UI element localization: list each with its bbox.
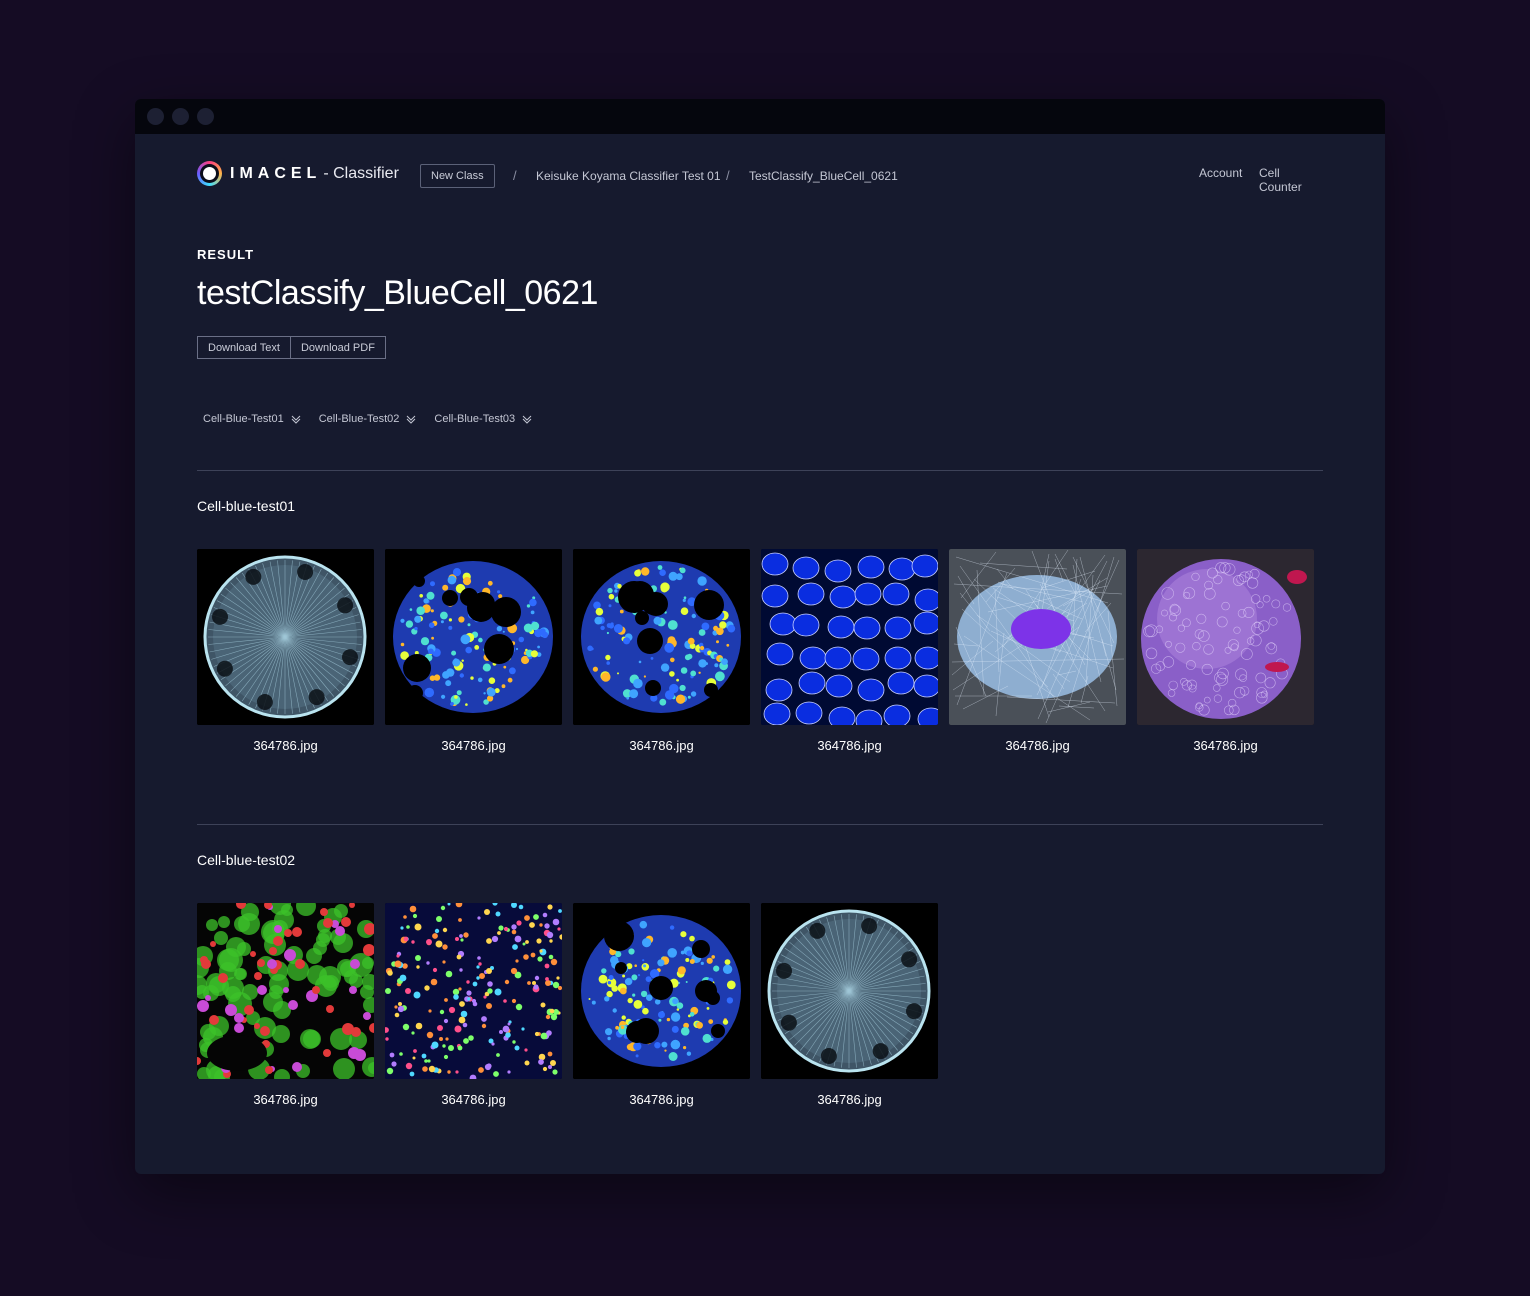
cell-counter-link[interactable]: Cell Counter	[1259, 166, 1323, 194]
filter-cell-blue-test03[interactable]: Cell-Blue-Test03	[434, 413, 532, 425]
window-close-dot[interactable]	[147, 108, 164, 125]
cell-image[interactable]	[573, 903, 750, 1079]
cell-image[interactable]	[197, 549, 374, 725]
window-titlebar	[135, 99, 1385, 134]
cell-image[interactable]	[1137, 549, 1314, 725]
section-divider	[197, 824, 1323, 825]
image-card[interactable]: 364786.jpg	[197, 903, 374, 1107]
cell-image[interactable]	[573, 549, 750, 725]
product-name: - Classifier	[323, 164, 399, 182]
download-text-button[interactable]: Download Text	[197, 336, 291, 359]
image-filename: 364786.jpg	[1193, 738, 1258, 753]
image-card[interactable]: 364786.jpg	[761, 549, 938, 753]
image-grid: 364786.jpg 364786.jpg 364786.jpg 364786.jpg	[197, 903, 938, 1107]
breadcrumb-current[interactable]: TestClassify_BlueCell_0621	[749, 169, 898, 183]
window-maximize-dot[interactable]	[197, 108, 214, 125]
section-divider	[197, 470, 1323, 471]
filter-cell-blue-test01[interactable]: Cell-Blue-Test01	[203, 413, 301, 425]
image-card[interactable]: 364786.jpg	[197, 549, 374, 753]
image-filename: 364786.jpg	[629, 738, 694, 753]
image-card[interactable]: 364786.jpg	[761, 903, 938, 1107]
image-card[interactable]: 364786.jpg	[573, 549, 750, 753]
section-title: Cell-blue-test01	[197, 498, 296, 514]
cell-image[interactable]	[761, 549, 938, 725]
image-card[interactable]: 364786.jpg	[385, 549, 562, 753]
cell-image[interactable]	[385, 549, 562, 725]
image-filename: 364786.jpg	[253, 1092, 318, 1107]
logo-ring-icon	[197, 161, 222, 186]
new-class-button[interactable]: New Class	[420, 164, 495, 188]
image-filename: 364786.jpg	[253, 738, 318, 753]
image-filename: 364786.jpg	[817, 1092, 882, 1107]
account-link[interactable]: Account	[1199, 166, 1242, 180]
chevron-down-icon	[291, 415, 301, 424]
image-filename: 364786.jpg	[441, 738, 506, 753]
brand-name: IMACEL	[230, 164, 322, 182]
filter-label: Cell-Blue-Test03	[434, 413, 516, 425]
breadcrumb-classifier[interactable]: Keisuke Koyama Classifier Test 01	[536, 169, 721, 183]
class-filter-bar: Cell-Blue-Test01 Cell-Blue-Test02 Cell-B…	[203, 413, 532, 425]
image-card[interactable]: 364786.jpg	[385, 903, 562, 1107]
breadcrumb-separator: /	[513, 168, 517, 183]
image-card[interactable]: 364786.jpg	[1137, 549, 1314, 753]
image-filename: 364786.jpg	[629, 1092, 694, 1107]
image-filename: 364786.jpg	[441, 1092, 506, 1107]
filter-label: Cell-Blue-Test01	[203, 413, 284, 425]
cell-image[interactable]	[949, 549, 1126, 725]
image-card[interactable]: 364786.jpg	[573, 903, 750, 1107]
app-logo[interactable]: IMACEL - Classifier	[197, 161, 399, 186]
section-title: Cell-blue-test02	[197, 852, 296, 868]
chevron-down-icon	[522, 415, 532, 424]
window-minimize-dot[interactable]	[172, 108, 189, 125]
chevron-down-icon	[407, 415, 416, 424]
image-grid: 364786.jpg 364786.jpg 364786.jpg 364786.jpg…	[197, 549, 1314, 753]
result-label: RESULT	[197, 247, 255, 262]
top-navigation: IMACEL - Classifier New Class / Keisuke …	[197, 161, 1323, 194]
cell-image[interactable]	[197, 903, 374, 1079]
filter-label: Cell-Blue-Test02	[318, 413, 400, 425]
page-title: testClassify_BlueCell_0621	[197, 274, 598, 312]
filter-cell-blue-test02[interactable]: Cell-Blue-Test02	[319, 413, 417, 425]
breadcrumb-separator: /	[726, 168, 730, 183]
image-card[interactable]: 364786.jpg	[949, 549, 1126, 753]
browser-window: IMACEL - Classifier New Class / Keisuke …	[135, 99, 1385, 1174]
download-button-group: Download Text Download PDF	[197, 336, 386, 359]
image-filename: 364786.jpg	[1005, 738, 1070, 753]
image-filename: 364786.jpg	[817, 738, 882, 753]
cell-image[interactable]	[385, 903, 562, 1079]
cell-image[interactable]	[761, 903, 938, 1079]
download-pdf-button[interactable]: Download PDF	[290, 336, 386, 359]
